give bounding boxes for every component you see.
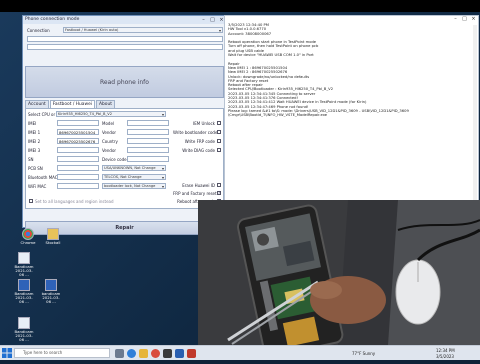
desktop-icon-label: Bandicam 2021-03-06 ... xyxy=(14,291,34,305)
read-phone-info-button[interactable]: Read phone info xyxy=(25,66,224,98)
field-label: Device code xyxy=(102,157,127,162)
weather-status[interactable]: 77°F Sunny xyxy=(352,346,375,361)
webcam-video-overlay xyxy=(198,200,480,345)
field-label: Model xyxy=(102,121,115,126)
vendor-field-2[interactable] xyxy=(127,147,169,153)
telco-select[interactable]: TELCOS, Not Change xyxy=(102,174,166,180)
languages-region-label: Set to all languages and region instead xyxy=(35,199,114,204)
imei2-field[interactable]: 869670025502676 xyxy=(57,138,99,144)
bootloader-select[interactable]: bootloader lock, Not Change xyxy=(102,183,166,189)
desktop-icon-label: bandicam 2021-03-06 ... xyxy=(41,291,61,305)
tab-account[interactable]: Account xyxy=(25,100,49,108)
checkbox-label: IEM Unlock xyxy=(193,121,215,126)
cpu-loader-select[interactable]: Kirin935_HI6250_T4_Pbl_B_V2 xyxy=(56,111,166,117)
task-view-icon[interactable] xyxy=(115,349,124,358)
video-file-icon xyxy=(18,252,30,264)
video-file-icon xyxy=(18,279,30,291)
port-field-2[interactable] xyxy=(27,44,223,50)
repair-button-label: Repair xyxy=(115,225,134,231)
video-file-icon xyxy=(18,317,30,329)
minimize-icon[interactable]: – xyxy=(199,16,208,24)
clock-date[interactable]: 3/5/2023 xyxy=(436,349,454,364)
port-field[interactable] xyxy=(27,36,223,42)
field-label: IMEI 3 xyxy=(28,148,41,153)
edge-icon[interactable] xyxy=(127,349,136,358)
log-text: 3/5/2023 12:34:40 PM HW Tool v1.0.0.6770 A… xyxy=(228,23,473,118)
desktop-icon-bandicam-4[interactable]: Bandicam 2021-03-06 ... xyxy=(13,317,35,343)
chrome-icon xyxy=(22,228,34,240)
country-field[interactable] xyxy=(127,138,169,144)
erase-huawei-id-checkbox[interactable] xyxy=(217,183,221,187)
vendor-field[interactable] xyxy=(127,129,169,135)
iem-unlock-checkbox[interactable] xyxy=(217,121,221,125)
desktop-icon-stockall[interactable]: Stockall xyxy=(42,228,64,245)
repair-tool-window: Phone connection mode – □ × Connection F… xyxy=(22,15,227,235)
app-icon-3[interactable] xyxy=(187,349,196,358)
log-line: \Cmgr\USB\Bootld_T\INFO_HW_VSTE_ModelRep… xyxy=(228,113,328,118)
maximize-icon[interactable]: □ xyxy=(208,16,217,24)
checkbox-label: Erase Huawei ID xyxy=(182,183,215,188)
checkbox-label: Write bootloader code xyxy=(173,130,218,135)
desktop-icon-bandicam-3[interactable]: bandicam 2021-03-06 ... xyxy=(40,279,62,305)
close-icon[interactable]: × xyxy=(469,16,478,23)
field-label: IMEI 1 xyxy=(28,130,41,135)
imei1-field[interactable]: 869670025501504 xyxy=(57,129,99,135)
video-file-icon xyxy=(45,279,57,291)
sn-field[interactable] xyxy=(57,156,99,162)
wifi-mac-field[interactable] xyxy=(57,183,99,189)
field-label: PCB SN xyxy=(28,166,43,171)
desktop-icon-label: Bandicam 2021-03-06 ... xyxy=(14,329,34,343)
maximize-icon[interactable]: □ xyxy=(460,16,469,23)
chrome-taskbar-icon[interactable] xyxy=(151,349,160,358)
model-field[interactable] xyxy=(127,120,169,126)
checkbox-label: Write DIAG code xyxy=(182,148,215,153)
write-frp-checkbox[interactable] xyxy=(217,139,221,143)
field-label: SN xyxy=(28,157,34,162)
app-icon-2[interactable] xyxy=(175,349,184,358)
field-label: WiFi MAC xyxy=(28,184,47,189)
desktop-icon-bandicam-1[interactable]: Bandicam 2021-03-06 ... xyxy=(13,252,35,278)
region-select[interactable]: USA/UNKNOWN, Not Change xyxy=(102,165,166,171)
pcb-sn-field[interactable] xyxy=(57,165,99,171)
write-bootloader-checkbox[interactable] xyxy=(217,130,221,134)
read-button-label: Read phone info xyxy=(100,78,149,86)
field-label: Vendor xyxy=(102,148,117,153)
device-code-field[interactable] xyxy=(127,156,169,162)
file-explorer-icon[interactable] xyxy=(139,349,148,358)
phone-repair-photo xyxy=(198,200,480,345)
write-diag-checkbox[interactable] xyxy=(217,148,221,152)
checkbox-label: FRP and Factory reset xyxy=(173,191,217,196)
field-label: Bluetooth MAC xyxy=(28,175,58,180)
tab-bar: Account Fastboot / Huawei About xyxy=(25,100,116,108)
letterbox-top xyxy=(0,0,480,12)
checkbox-label: Write FRP code xyxy=(184,139,215,144)
windows-start-icon[interactable] xyxy=(2,348,12,358)
connection-mode-label: Connection xyxy=(27,28,50,33)
desktop-icon-label: Stockall xyxy=(45,240,61,245)
settings-panel: Select CPU or Loader Kirin935_HI6250_T4_… xyxy=(25,108,224,209)
imei-field[interactable] xyxy=(57,120,99,126)
field-label: IMEI xyxy=(28,121,37,126)
connection-mode-select[interactable]: Fastboot / Huawei (Kirin auto) xyxy=(63,27,223,33)
bt-mac-field[interactable] xyxy=(57,174,99,180)
window-title: Phone connection mode xyxy=(23,16,226,24)
tab-about[interactable]: About xyxy=(96,100,115,108)
field-label: Country xyxy=(102,139,118,144)
folder-icon xyxy=(47,228,59,240)
imei3-field[interactable] xyxy=(57,147,99,153)
field-label: Vendor xyxy=(102,130,117,135)
frp-factory-reset-checkbox[interactable] xyxy=(217,190,221,195)
app-icon[interactable] xyxy=(163,349,172,358)
taskbar-search-input[interactable]: Type here to search xyxy=(14,348,110,358)
desktop-icon-chrome[interactable]: Chrome xyxy=(17,228,39,245)
tab-fastboot-huawei[interactable]: Fastboot / Huawei xyxy=(49,100,95,108)
desktop-icon-bandicam-2[interactable]: Bandicam 2021-03-06 ... xyxy=(13,279,35,305)
minimize-icon[interactable]: – xyxy=(451,16,460,23)
desktop-icon-label: Bandicam 2021-03-06 ... xyxy=(14,264,34,278)
taskbar: Type here to search 77°F Sunny 12:34 PM … xyxy=(0,345,480,360)
desktop-icon-label: Chrome xyxy=(20,240,36,245)
languages-region-checkbox[interactable] xyxy=(29,199,33,203)
field-label: IMEI 2 xyxy=(28,139,41,144)
